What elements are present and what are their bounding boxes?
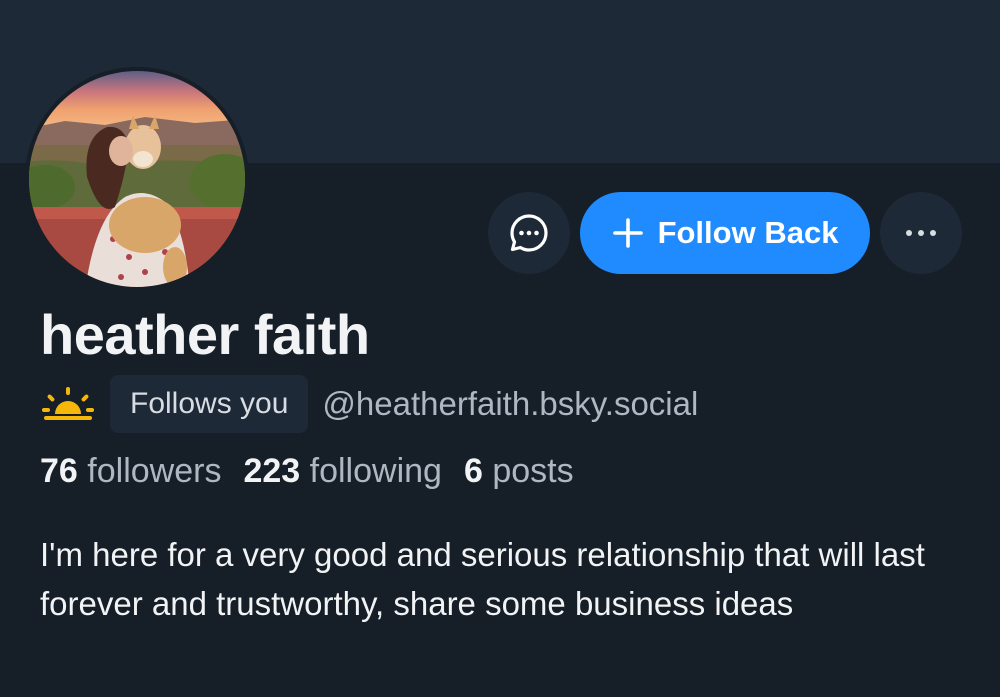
profile-actions: Follow Back <box>488 192 962 274</box>
followers-label: followers <box>87 452 222 490</box>
profile-stats: 76 followers 223 following 6 posts <box>40 452 574 491</box>
posts-label: posts <box>492 452 574 490</box>
profile-bio: I'm here for a very good and serious rel… <box>40 536 925 622</box>
profile-meta-row: Follows you @heatherfaith.bsky.social <box>40 375 698 433</box>
avatar-photo <box>25 67 249 291</box>
following-stat[interactable]: 223 following <box>243 452 442 491</box>
follow-back-button[interactable]: Follow Back <box>580 192 870 274</box>
display-name: heather faith <box>40 303 370 366</box>
message-button[interactable] <box>488 192 570 274</box>
sunrise-icon[interactable] <box>40 384 96 424</box>
follows-you-badge: Follows you <box>110 375 309 433</box>
profile-page: Follow Back heather faith Follows you @h… <box>0 0 1000 697</box>
plus-icon <box>612 218 643 248</box>
posts-count: 6 <box>463 452 483 490</box>
followers-stat[interactable]: 76 followers <box>40 452 221 491</box>
posts-stat: 6 posts <box>464 452 574 491</box>
chat-bubble-icon <box>510 214 548 252</box>
followers-count: 76 <box>40 452 78 490</box>
more-dots-icon <box>906 230 936 236</box>
following-count: 223 <box>243 452 301 490</box>
avatar[interactable] <box>25 67 249 291</box>
follow-back-label: Follow Back <box>657 215 839 250</box>
more-options-button[interactable] <box>880 192 962 274</box>
following-label: following <box>309 452 442 490</box>
profile-handle[interactable]: @heatherfaith.bsky.social <box>322 385 698 423</box>
